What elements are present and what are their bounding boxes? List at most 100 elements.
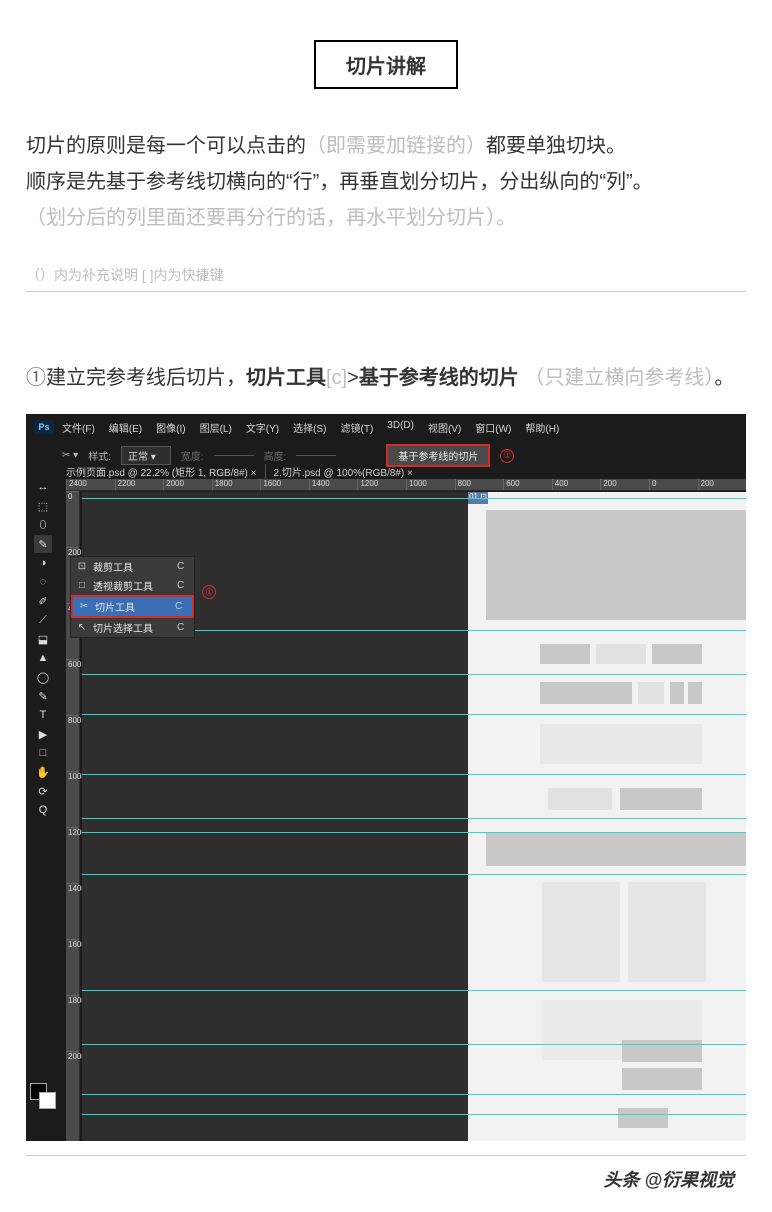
guide-line[interactable] [82, 874, 746, 875]
flyout-shortcut: C [159, 580, 184, 591]
flyout-shortcut: C [157, 601, 182, 612]
height-input[interactable] [296, 455, 336, 456]
text: 建立完参考线后切片， [46, 367, 246, 389]
shape-tool-icon[interactable]: ▲ [34, 649, 52, 667]
menu-edit[interactable]: 编辑(E) [109, 420, 142, 435]
ruler-tick: 1600 [66, 939, 79, 995]
lasso-tool-icon[interactable]: ⬯ [34, 516, 52, 534]
guide-line[interactable] [82, 498, 746, 499]
ruler-tick: 2200 [115, 479, 164, 490]
flyout-shortcut: C [159, 561, 184, 572]
menu-type[interactable]: 文字(Y) [246, 420, 279, 435]
annotation-marker: ① [500, 449, 514, 463]
guide-line[interactable] [82, 674, 746, 675]
text: 都要单独切块。 [486, 135, 626, 157]
ruler-tick: 200 [698, 479, 746, 490]
ruler-tick: 2000 [66, 1051, 79, 1107]
menu-layer[interactable]: 图层(L) [200, 420, 232, 435]
quickmask-icon[interactable]: Q [34, 801, 52, 819]
text-grey: （只建立横向参考线） [524, 367, 714, 389]
flyout-slice[interactable]: ✂ 切片工具 C [71, 595, 194, 618]
ruler-tick: 200 [600, 479, 649, 490]
flyout-label: 切片工具 [95, 599, 135, 614]
ruler-tick: 2400 [66, 479, 115, 490]
guide-line[interactable] [82, 714, 746, 715]
rotate-tool-icon[interactable]: ⟳ [34, 782, 52, 800]
menu-filter[interactable]: 滤镜(T) [341, 420, 374, 435]
menu-help[interactable]: 帮助(H) [525, 420, 559, 435]
document-tab[interactable]: 2.切片.psd @ 100%(RGB/8#) × [274, 464, 421, 479]
flyout-crop[interactable]: ⊡ 裁剪工具 C [71, 557, 194, 576]
ruler-tick: 600 [503, 479, 552, 490]
ellipse-tool-icon[interactable]: ◯ [34, 668, 52, 686]
menu-3d[interactable]: 3D(D) [387, 420, 414, 435]
crop-icon: ⊡ [77, 561, 87, 572]
guide-line[interactable] [82, 1114, 746, 1115]
legend-note: （）内为补充说明 [ ]内为快捷键 [26, 265, 746, 285]
brush-tool-icon[interactable]: ✐ [34, 592, 52, 610]
text-bold: 切片工具 [246, 367, 326, 389]
perspective-crop-icon: □ [77, 580, 87, 591]
page-title: 切片讲解 [314, 40, 458, 89]
style-label: 样式: [88, 448, 111, 463]
heal-tool-icon[interactable]: ◌ [34, 573, 52, 591]
text: > [347, 367, 359, 389]
flyout-perspective-crop[interactable]: □ 透视裁剪工具 C [71, 576, 194, 595]
text: 切片的原则是每一个可以点击的 [26, 135, 306, 157]
ruler-tick: 400 [552, 479, 601, 490]
pen-tool-icon[interactable]: ✎ [34, 687, 52, 705]
guide-line[interactable] [82, 990, 746, 991]
intro-line-1: 切片的原则是每一个可以点击的（即需要加链接的）都要单独切块。 [26, 129, 746, 163]
ps-logo-icon: Ps [34, 420, 54, 434]
guide-line[interactable] [82, 1044, 746, 1045]
divider [26, 1155, 746, 1156]
ruler-tick: 0 [649, 479, 698, 490]
ruler-tick: 1600 [260, 479, 309, 490]
type-tool-icon[interactable]: T [34, 706, 52, 724]
crop-tool-icon[interactable]: ✎ [34, 535, 52, 553]
style-value: 正常 [128, 452, 148, 463]
title-container: 切片讲解 [26, 40, 746, 89]
ruler-tick: 1400 [66, 883, 79, 939]
ruler-tick: 600 [66, 659, 79, 715]
menu-view[interactable]: 视图(V) [428, 420, 461, 435]
menu-file[interactable]: 文件(F) [62, 420, 95, 435]
ruler-tick: 1800 [66, 995, 79, 1051]
width-input[interactable] [214, 455, 254, 456]
guide-line[interactable] [82, 832, 746, 833]
menu-image[interactable]: 图像(I) [156, 420, 185, 435]
ruler-tick: 1800 [212, 479, 261, 490]
step-1: ①建立完参考线后切片，切片工具[c]>基于参考线的切片 （只建立横向参考线）。 [26, 362, 746, 394]
ruler-tick: 0 [66, 491, 79, 547]
stamp-tool-icon[interactable]: ⟋ [34, 611, 52, 629]
document-tabs: 示例页面.psd @ 22.2% (矩形 1, RGB/8#) × 2.切片.p… [66, 464, 421, 479]
hand-tool-icon[interactable]: ✋ [34, 763, 52, 781]
slice-select-icon: ↖ [77, 622, 87, 633]
guide-line[interactable] [82, 774, 746, 775]
guide-line[interactable] [82, 818, 746, 819]
shortcut-key: [c] [326, 367, 347, 389]
attribution: 头条 @衍果视觉 [26, 1166, 746, 1192]
style-dropdown[interactable]: 正常 ▾ [121, 446, 171, 465]
eyedropper-tool-icon[interactable]: ◑ [34, 554, 52, 572]
menu-bar: 文件(F) 编辑(E) 图像(I) 图层(L) 文字(Y) 选择(S) 滤镜(T… [62, 420, 740, 435]
path-tool-icon[interactable]: ▶ [34, 725, 52, 743]
guide-line[interactable] [82, 1094, 746, 1095]
marquee-tool-icon[interactable]: ⬚ [34, 497, 52, 515]
slice-icon: ✂ [79, 601, 89, 612]
move-tool-icon[interactable]: ↔ [34, 478, 52, 496]
menu-window[interactable]: 窗口(W) [475, 420, 511, 435]
flyout-slice-select[interactable]: ↖ 切片选择工具 C [71, 618, 194, 637]
text-bold: 基于参考线的切片 [359, 367, 519, 389]
color-swatches[interactable] [30, 1083, 56, 1109]
tools-panel: ↔ ⬚ ⬯ ✎ ◑ ◌ ✐ ⟋ ⬓ ▲ ◯ ✎ T ▶ □ ✋ ⟳ Q [30, 478, 62, 819]
flyout-label: 裁剪工具 [93, 559, 133, 574]
document-tab[interactable]: 示例页面.psd @ 22.2% (矩形 1, RGB/8#) × [66, 464, 266, 479]
gradient-tool-icon[interactable]: ⬓ [34, 630, 52, 648]
photoshop-screenshot: Ps 文件(F) 编辑(E) 图像(I) 图层(L) 文字(Y) 选择(S) 滤… [26, 414, 746, 1141]
ruler-tick: 1000 [406, 479, 455, 490]
rect-tool-icon[interactable]: □ [34, 744, 52, 762]
tool-icon: ✂ ▾ [62, 450, 78, 461]
ruler-horizontal: 2400 2200 2000 1800 1600 1400 1200 1000 … [66, 479, 746, 491]
menu-select[interactable]: 选择(S) [293, 420, 326, 435]
